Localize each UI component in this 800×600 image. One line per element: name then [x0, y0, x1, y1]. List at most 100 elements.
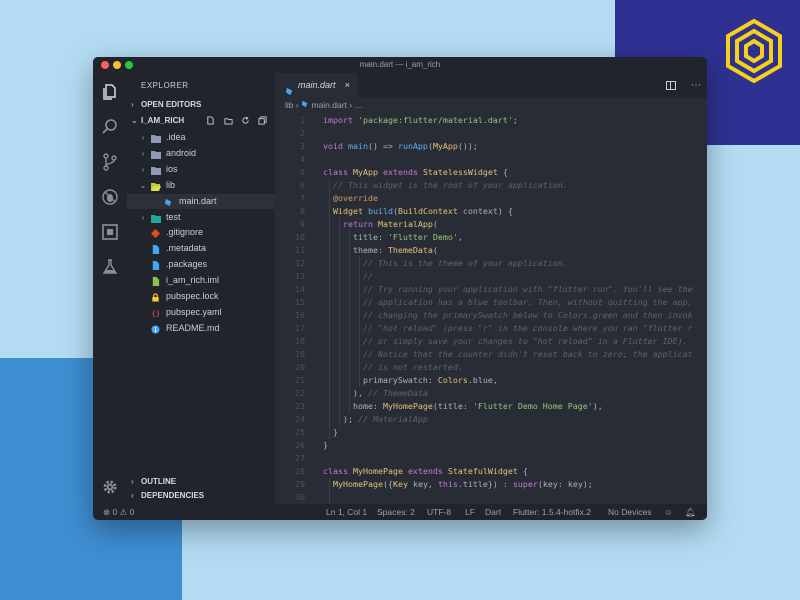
code-text: // Try running your application with "fl… — [362, 284, 693, 294]
encoding[interactable]: UTF-8 — [427, 504, 451, 520]
test-flask-icon[interactable] — [100, 257, 120, 277]
chevron-down-icon: ⌄ — [139, 180, 147, 190]
warning-icon: ⚠ — [119, 507, 128, 517]
line-number: 24 — [295, 414, 305, 424]
code-line: 21 primarySwatch: Colors.blue, — [275, 374, 707, 387]
maximize-window-button[interactable] — [125, 61, 133, 69]
code-line: 5 class MyApp extends StatelessWidget { — [275, 166, 707, 179]
code-text: } — [323, 440, 328, 450]
code-text: // or simply save your changes to "hot r… — [362, 336, 688, 346]
activity-bar — [93, 73, 127, 504]
line-number: 29 — [295, 479, 305, 489]
extensions-icon[interactable] — [100, 222, 120, 242]
device-selector[interactable]: No Devices — [608, 504, 651, 520]
file-icon — [151, 244, 161, 255]
error-count: 0 — [112, 507, 118, 517]
new-file-icon[interactable] — [206, 116, 215, 125]
code-line: 20 // is not restarted. — [275, 361, 707, 374]
code-editor[interactable]: 1 import 'package:flutter/material.dart';… — [275, 114, 707, 504]
line-number: 28 — [295, 466, 305, 476]
tree-item[interactable]: ⌄ lib — [127, 178, 275, 193]
line-number: 1 — [300, 115, 305, 125]
breadcrumb-folder[interactable]: lib — [285, 100, 294, 110]
open-editors-section[interactable]: › OPEN EDITORS — [131, 98, 271, 112]
outline-section[interactable]: › OUTLINE — [131, 475, 271, 489]
project-section[interactable]: ⌄ I_AM_RICH — [131, 114, 271, 128]
tree-item[interactable]: {} pubspec.yaml — [127, 305, 275, 320]
tree-item[interactable]: .gitignore — [127, 225, 275, 240]
problems-indicator[interactable]: ⊗ 0 ⚠ 0 — [103, 504, 134, 520]
code-text: title: 'Flutter Demo', — [323, 232, 463, 242]
more-actions-icon[interactable]: ⋯ — [691, 80, 701, 91]
tree-item[interactable]: README.md — [127, 321, 275, 336]
breadcrumb-separator: › — [349, 100, 353, 110]
window-title: main.dart — i_am_rich — [359, 60, 441, 69]
tree-item[interactable]: › .idea — [127, 130, 275, 145]
tree-item[interactable]: › ios — [127, 162, 275, 177]
files-icon[interactable] — [100, 82, 120, 102]
vscode-window: main.dart — i_am_rich EXPLORER › OPEN EDI… — [93, 57, 707, 520]
code-line: 16 // changing the primarySwatch below t… — [275, 309, 707, 322]
folder-icon — [151, 149, 161, 159]
iml-file-icon — [151, 276, 161, 287]
info-icon — [151, 324, 161, 334]
flutter-version[interactable]: Flutter: 1.5.4-hotfix.2 — [513, 504, 591, 520]
code-line: 23 home: MyHomePage(title: 'Flutter Demo… — [275, 400, 707, 413]
code-text: // This is the theme of your application… — [362, 258, 568, 268]
folder-icon — [151, 133, 161, 143]
indentation[interactable]: Spaces: 2 — [377, 504, 415, 520]
notifications-bell-icon[interactable]: 🔔︎ — [685, 504, 696, 520]
split-editor-icon[interactable] — [666, 80, 677, 90]
chevron-right-icon: › — [141, 133, 145, 142]
line-number: 6 — [300, 180, 305, 190]
tree-item[interactable]: main.dart — [127, 193, 275, 209]
open-editors-label: OPEN EDITORS — [141, 100, 202, 109]
tree-item[interactable]: i_am_rich.iml — [127, 273, 275, 288]
refresh-icon[interactable] — [241, 116, 250, 125]
tree-item[interactable]: .packages — [127, 257, 275, 272]
cursor-position[interactable]: Ln 1, Col 1 — [326, 504, 367, 520]
code-line: 2 — [275, 127, 707, 140]
tree-item[interactable]: › android — [127, 146, 275, 161]
breadcrumb-ellipsis[interactable]: … — [355, 100, 364, 110]
tree-item[interactable]: .metadata — [127, 241, 275, 256]
line-number: 12 — [295, 258, 305, 268]
line-number: 11 — [295, 245, 305, 255]
error-icon: ⊗ — [103, 507, 111, 517]
feedback-smiley-icon[interactable]: ☺ — [664, 504, 673, 520]
code-line: 15 // application has a blue toolbar. Th… — [275, 296, 707, 309]
code-line: 26} — [275, 439, 707, 452]
line-number: 26 — [295, 440, 305, 450]
tree-item[interactable]: pubspec.lock — [127, 289, 275, 304]
close-tab-icon[interactable]: × — [345, 73, 350, 98]
language-mode[interactable]: Dart — [485, 504, 501, 520]
code-line: 11 theme: ThemeData( — [275, 244, 707, 257]
code-line: 12 // This is the theme of your applicat… — [275, 257, 707, 270]
collapse-all-icon[interactable] — [258, 116, 267, 125]
minimize-window-button[interactable] — [113, 61, 121, 69]
line-number: 2 — [300, 128, 305, 138]
file-icon — [151, 260, 161, 271]
source-control-icon[interactable] — [100, 152, 120, 172]
breadcrumb-file[interactable]: main.dart — [311, 100, 346, 110]
search-icon[interactable] — [100, 117, 120, 137]
debug-icon[interactable] — [100, 187, 120, 207]
line-number: 22 — [295, 388, 305, 398]
tab-label: main.dart — [298, 80, 336, 90]
code-text: import 'package:flutter/material.dart'; — [323, 115, 518, 125]
close-window-button[interactable] — [101, 61, 109, 69]
end-of-line[interactable]: LF — [465, 504, 475, 520]
explorer-sidebar: EXPLORER › OPEN EDITORS ⌄ I_AM_RICH › .idea… — [127, 73, 275, 504]
explorer-title: EXPLORER — [141, 81, 189, 90]
settings-icon[interactable] — [100, 477, 120, 497]
tab-main-dart[interactable]: main.dart × — [275, 73, 358, 98]
tree-item-label: pubspec.yaml — [166, 306, 222, 317]
code-line: 1 import 'package:flutter/material.dart'; — [275, 114, 707, 127]
line-number: 5 — [300, 167, 305, 177]
code-line: 6 // This widget is the root of your app… — [275, 179, 707, 192]
code-text: class MyApp extends StatelessWidget { — [323, 167, 508, 177]
dependencies-section[interactable]: › DEPENDENCIES — [131, 489, 271, 503]
tree-item-label: README.md — [166, 322, 220, 333]
tree-item[interactable]: › test — [127, 210, 275, 225]
new-folder-icon[interactable] — [223, 116, 233, 125]
